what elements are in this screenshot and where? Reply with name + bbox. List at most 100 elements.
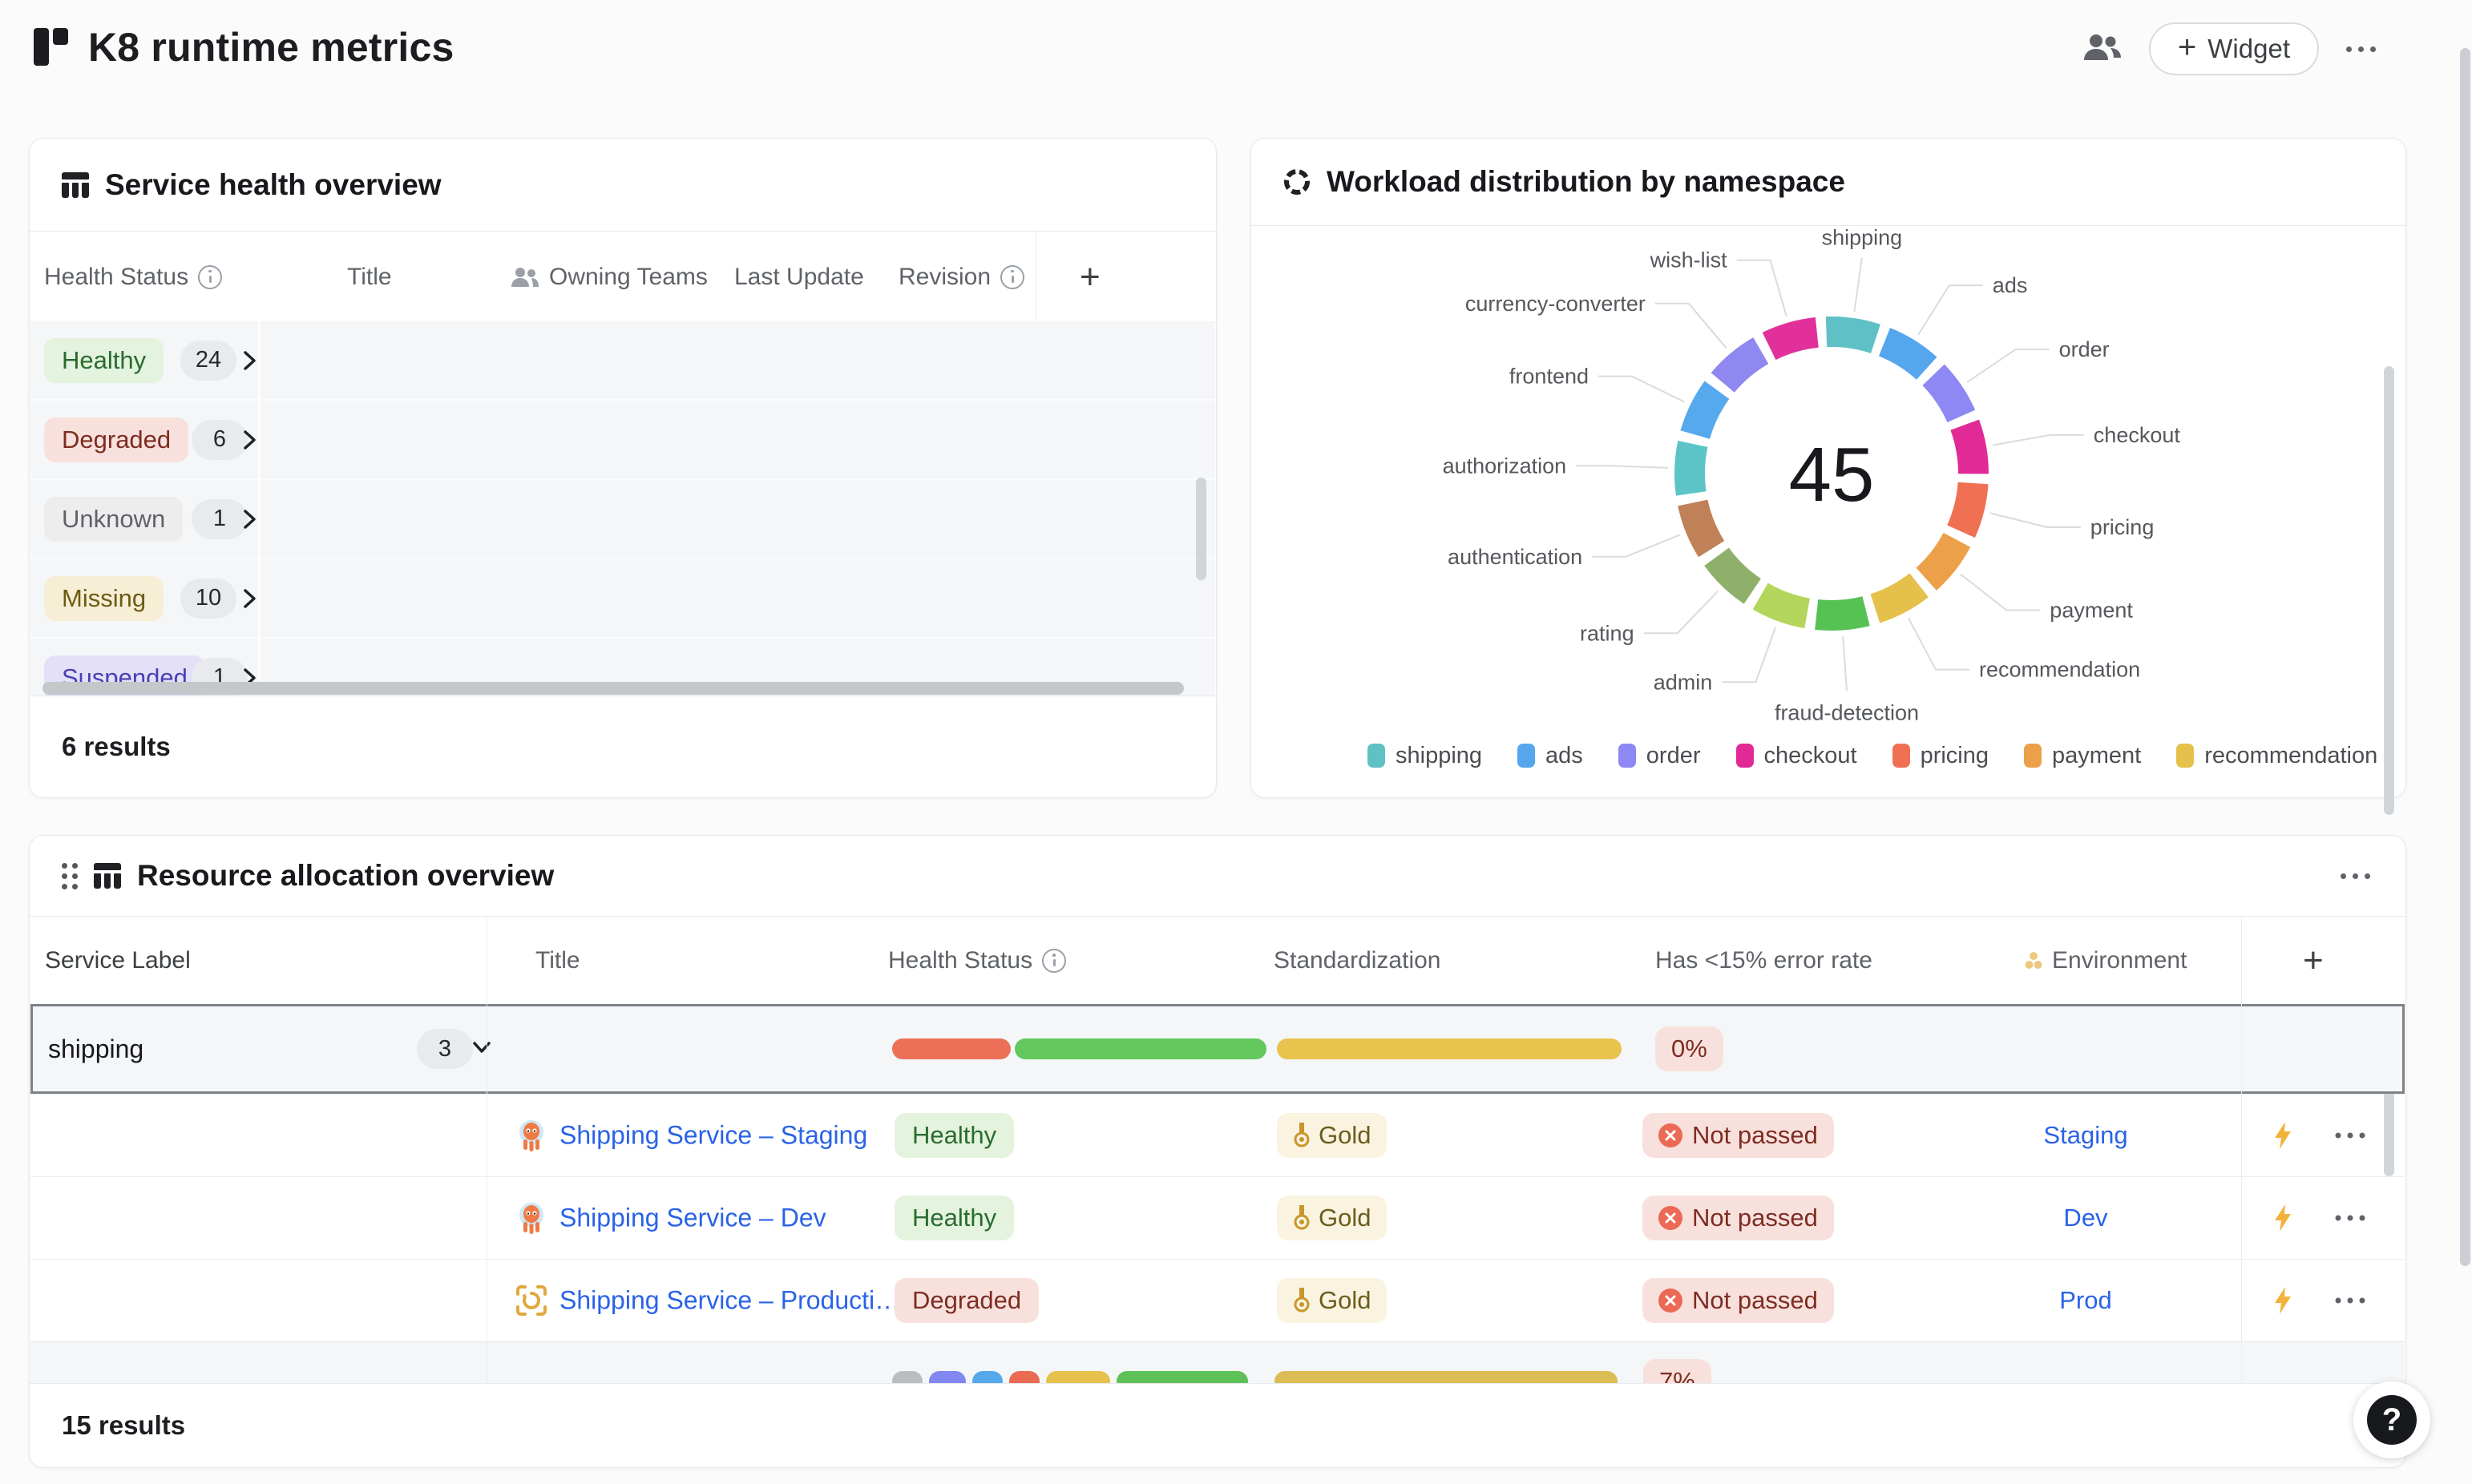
page-more-button[interactable]	[2346, 46, 2376, 52]
expand-row-button[interactable]	[240, 428, 258, 456]
label-leader-line	[1990, 513, 2081, 527]
info-icon[interactable]	[1000, 265, 1024, 289]
workload-title: Workload distribution by namespace	[1327, 165, 1845, 199]
column-header-title[interactable]: Title	[347, 232, 392, 322]
expand-row-button[interactable]	[240, 507, 258, 535]
chevron-right-icon	[240, 349, 258, 373]
help-button[interactable]: ?	[2353, 1381, 2430, 1458]
column-header-error-rate[interactable]: Has <15% error rate	[1655, 917, 1872, 1005]
service-title-link[interactable]: Shipping Service – Dev	[559, 1204, 826, 1233]
label-leader-line	[1722, 627, 1775, 683]
service-title-link[interactable]: Shipping Service – Producti…	[559, 1286, 900, 1316]
donut-segment-frontend	[1695, 390, 1717, 435]
column-header-environment[interactable]: Environment	[2025, 917, 2187, 1005]
column-header-health-status[interactable]: Health Status	[888, 917, 1066, 1005]
environment-link[interactable]: Prod	[2059, 1286, 2111, 1315]
donut-center-total: 45	[1789, 432, 1875, 518]
info-icon[interactable]	[1042, 949, 1066, 973]
gold-medal-icon	[1293, 1205, 1311, 1231]
donut-segment-currency-converter	[1723, 351, 1761, 383]
row-menu[interactable]	[2336, 1216, 2365, 1221]
row-menu[interactable]	[2336, 1298, 2365, 1304]
service-avatar	[515, 1119, 548, 1156]
chevron-right-icon	[240, 428, 258, 452]
vertical-scrollbar[interactable]	[2384, 366, 2394, 815]
legend-item-payment[interactable]: payment	[2024, 743, 2141, 769]
segment-label-rating: rating	[1580, 621, 1634, 645]
expand-row-button[interactable]	[240, 587, 258, 615]
collapse-group-button[interactable]	[470, 1038, 494, 1060]
column-header-title[interactable]: Title	[535, 917, 580, 1005]
add-column-button[interactable]: +	[2303, 917, 2324, 1005]
donut-segment-ads	[1884, 342, 1927, 369]
service-title-link[interactable]: Shipping Service – Staging	[559, 1121, 867, 1151]
legend-item-ads[interactable]: ads	[1517, 743, 1583, 769]
column-header-last-update[interactable]: Last Update	[734, 232, 864, 322]
expand-row-button[interactable]	[240, 349, 258, 377]
vertical-scrollbar[interactable]	[1196, 478, 1206, 580]
add-column-button[interactable]: +	[1080, 232, 1101, 322]
column-header-revision[interactable]: Revision	[899, 232, 1024, 322]
donut-segment-payment	[1926, 540, 1957, 579]
environment-link[interactable]: Staging	[2043, 1121, 2127, 1150]
legend-label: order	[1646, 743, 1701, 769]
health-summary-bar	[892, 1371, 923, 1384]
cell-divider	[258, 321, 261, 399]
label-leader-line	[1655, 304, 1727, 349]
health-status-badge: Healthy	[895, 1196, 1014, 1240]
service-row[interactable]: Shipping Service – DevHealthyGoldNot pas…	[30, 1176, 2405, 1259]
row-menu-button[interactable]	[2336, 1216, 2365, 1221]
legend-item-checkout[interactable]: checkout	[1736, 743, 1857, 769]
legend-item-shipping[interactable]: shipping	[1367, 743, 1482, 769]
row-menu[interactable]	[2336, 1133, 2365, 1139]
quick-action-button[interactable]	[2272, 1204, 2294, 1236]
service-health-row[interactable]: Unknown1	[30, 480, 1215, 559]
gold-medal-icon	[1293, 1288, 1311, 1313]
label-leader-line	[1592, 534, 1680, 556]
standardization-badge: Gold	[1277, 1278, 1387, 1323]
chart-legend: shipping ads order checkout pricing payment re…	[1367, 732, 2377, 780]
horizontal-scrollbar[interactable]	[42, 682, 1184, 695]
service-health-row[interactable]: Healthy24	[30, 321, 1215, 401]
health-summary-bar	[1015, 1038, 1266, 1059]
service-health-footer: 6 results	[30, 696, 1216, 797]
drag-handle-icon[interactable]	[62, 863, 78, 889]
column-header-service-label[interactable]: Service Label	[45, 917, 191, 1005]
share-users-icon[interactable]	[2083, 34, 2122, 65]
environment-link[interactable]: Dev	[2063, 1204, 2107, 1232]
error-rate-badge: 7%	[1643, 1359, 1711, 1384]
table-widget-icon	[94, 863, 121, 889]
legend-swatch	[2024, 744, 2042, 768]
column-header-owning-teams[interactable]: Owning Teams	[511, 232, 708, 322]
results-count: 6 results	[62, 732, 171, 762]
chevron-right-icon	[240, 587, 258, 611]
widget-more-button[interactable]	[2341, 873, 2370, 879]
health-summary-bar	[929, 1371, 966, 1384]
service-health-row[interactable]: Degraded6	[30, 401, 1215, 480]
legend-item-pricing[interactable]: pricing	[1892, 743, 1989, 769]
row-menu-button[interactable]	[2336, 1133, 2365, 1139]
column-header-health-status[interactable]: Health Status	[44, 232, 222, 322]
quick-action-button[interactable]	[2272, 1121, 2294, 1154]
add-widget-button[interactable]: + Widget	[2149, 22, 2319, 75]
group-count: 3	[417, 1029, 473, 1069]
chevron-right-icon	[240, 507, 258, 531]
donut-segment-recommendation	[1875, 585, 1919, 608]
donut-segment-order	[1933, 375, 1961, 417]
service-row[interactable]: Shipping Service – StagingHealthyGoldNot…	[30, 1094, 2405, 1176]
legend-item-order[interactable]: order	[1618, 743, 1701, 769]
legend-item-recommendation[interactable]: recommendation	[2176, 743, 2377, 769]
label-leader-line	[1918, 285, 1983, 335]
quick-action-button[interactable]	[2272, 1286, 2294, 1319]
service-row[interactable]: Shipping Service – Producti…DegradedGold…	[30, 1259, 2405, 1341]
workload-card: Workload distribution by namespace shipp…	[1250, 138, 2406, 798]
column-header-standardization[interactable]: Standardization	[1274, 917, 1440, 1005]
info-icon[interactable]	[198, 265, 222, 289]
group-row-preview[interactable]: 7%	[30, 1341, 2405, 1384]
page-scrollbar[interactable]	[2460, 48, 2470, 1266]
row-menu-button[interactable]	[2336, 1298, 2365, 1304]
service-health-row[interactable]: Missing10	[30, 559, 1215, 639]
health-status-badge: Healthy	[44, 338, 164, 383]
row-count: 1	[192, 499, 248, 539]
group-row-shipping[interactable]: shipping30%	[30, 1004, 2405, 1094]
